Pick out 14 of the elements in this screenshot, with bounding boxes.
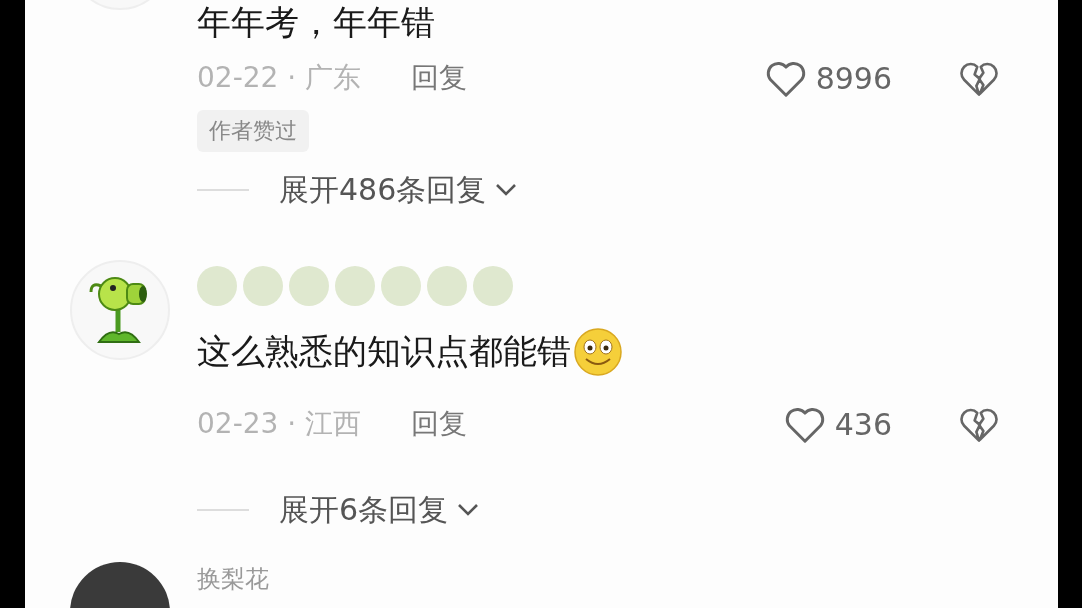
comment-date-location: 02-23 · 江西 [197, 406, 362, 442]
chevron-down-icon [456, 502, 481, 518]
comment-text: 年年考，年年错 [197, 1, 435, 44]
comment-text: 这么熟悉的知识点都能错 [197, 330, 571, 373]
expand-replies-button[interactable]: 展开486条回复 [279, 169, 519, 211]
chevron-down-icon [494, 182, 519, 198]
expand-replies-button[interactable]: 展开6条回复 [279, 489, 481, 531]
smiley-emoji-icon [571, 326, 625, 376]
comment-date-location: 02-22 · 广东 [197, 60, 362, 96]
reply-link[interactable]: 回复 [411, 405, 468, 443]
reply-link[interactable]: 回复 [411, 59, 468, 97]
like-button[interactable]: 436 [782, 404, 892, 444]
like-button[interactable]: 8996 [763, 58, 892, 98]
author-liked-badge: 作者赞过 [197, 110, 309, 152]
